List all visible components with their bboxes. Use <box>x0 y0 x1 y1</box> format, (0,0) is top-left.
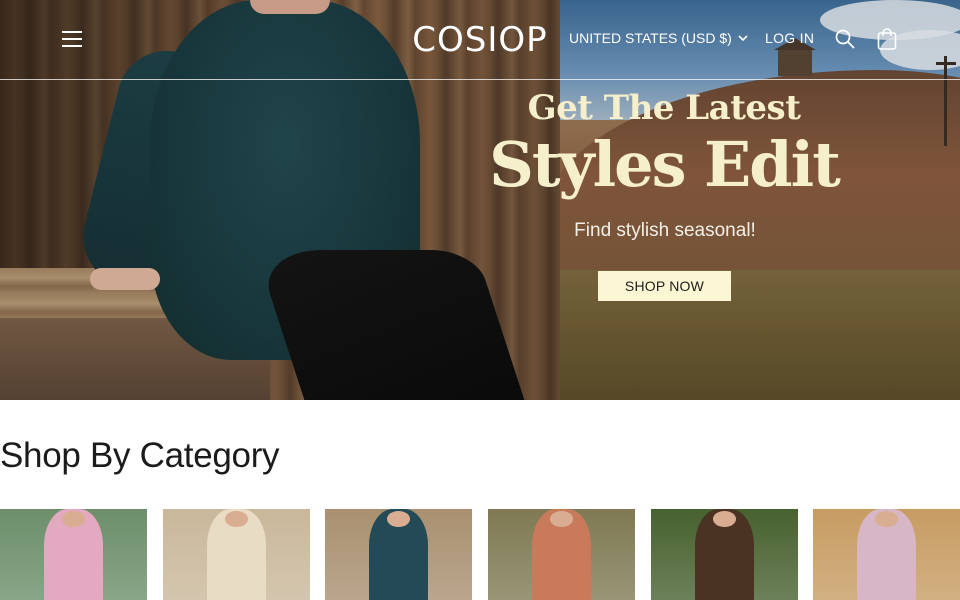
currency-selector[interactable]: UNITED STATES (USD $) <box>569 30 748 46</box>
category-card[interactable] <box>163 509 310 600</box>
hamburger-menu-icon[interactable] <box>60 28 84 50</box>
category-card[interactable] <box>0 509 147 600</box>
chevron-down-icon <box>738 35 748 42</box>
category-card[interactable] <box>813 509 960 600</box>
site-header: COSIOP UNITED STATES (USD $) LOG IN <box>0 0 960 80</box>
hero-subtitle: Find stylish seasonal! <box>574 220 756 241</box>
shop-now-button[interactable]: SHOP NOW <box>598 271 731 301</box>
model-head <box>874 511 899 527</box>
model-head <box>224 511 249 527</box>
login-link[interactable]: LOG IN <box>765 30 814 46</box>
hero-heading-line2: Styles Edit <box>489 128 841 201</box>
category-row <box>0 509 960 600</box>
model-head <box>549 511 574 527</box>
section-title: Shop By Category <box>0 436 280 475</box>
shopping-bag-icon[interactable] <box>876 27 898 51</box>
model-head <box>712 511 737 527</box>
search-icon[interactable] <box>834 28 856 50</box>
currency-label: UNITED STATES (USD $) <box>569 30 732 46</box>
category-card[interactable] <box>651 509 798 600</box>
category-card[interactable] <box>325 509 472 600</box>
site-logo[interactable]: COSIOP <box>410 20 550 60</box>
model-head <box>61 511 86 527</box>
category-card[interactable] <box>488 509 635 600</box>
model-head <box>386 511 411 527</box>
hero-heading-line1: Get The Latest <box>527 88 801 128</box>
